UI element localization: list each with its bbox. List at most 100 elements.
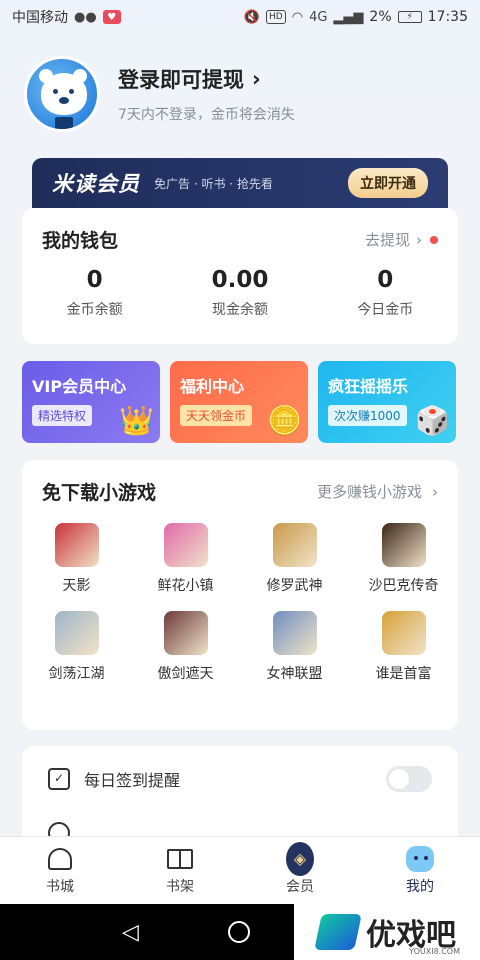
game-name: 女神联盟 [266,666,323,682]
game-icon [381,523,426,567]
game-icon [272,523,317,567]
tab-label: 会员 [286,878,314,895]
game-item[interactable]: 傲剑遮天 [131,611,240,683]
chevron-right-icon: › [432,482,438,501]
withdraw-link[interactable]: 去提现 › [365,229,438,250]
chevron-right-icon: › [252,67,261,91]
welfare-center-card[interactable]: 福利中心 天天领金币 🪙 [170,361,308,443]
login-title: 登录即可提现 [118,68,244,92]
mini-games-card: 免下载小游戏 更多赚钱小游戏 › 天影 鲜花小镇 修罗武神 沙巴克传奇 剑荡江湖… [22,460,458,730]
tab-label: 书架 [166,878,194,895]
crown-icon: 👑 [119,404,154,437]
game-name: 傲剑遮天 [157,666,214,682]
game-name: 沙巴克传奇 [368,578,439,594]
stat-label: 今日金币 [357,302,414,318]
tab-member[interactable]: ◈ 会员 [240,837,360,904]
card-tag: 天天领金币 [180,405,253,426]
book-icon [55,117,73,129]
bottom-nav: 书城 书架 ◈ 会员 我的 [0,836,480,904]
stat-label: 现金余额 [211,302,268,318]
avatar[interactable] [24,56,100,132]
member-title: 米读会员 [52,172,140,196]
game-name: 鲜花小镇 [157,578,214,594]
game-name: 修罗武神 [266,578,323,594]
calendar-check-icon [48,768,70,790]
bear-head-icon [41,73,87,115]
tab-label: 书城 [46,878,74,895]
shake-game-card[interactable]: 疯狂摇摇乐 次次赚1000 🎲 [318,361,456,443]
profile-header[interactable]: 登录即可提现 › 7天内不登录，金币将会消失 [24,56,295,132]
tab-bookshelf[interactable]: 书架 [120,837,240,904]
bear-eye-icon [69,89,74,94]
game-icon [381,611,426,655]
watermark: 优戏吧 YOUXI8.COM [294,904,480,960]
member-description: 免广告 · 听书 · 抢先看 [154,176,273,191]
home-icon [48,847,72,870]
mute-icon: 🔇 [243,9,261,25]
stat-label: 金币余额 [66,302,123,318]
game-name: 谁是首富 [375,666,432,682]
game-item[interactable]: 天影 [22,523,131,595]
system-nav-bar: ◁ 优戏吧 YOUXI8.COM [0,904,480,960]
game-item[interactable]: 修罗武神 [240,523,349,595]
dice-icon: 🎲 [415,404,450,437]
settings-card: 每日签到提醒 [22,746,458,846]
hd-icon: HD [266,10,286,24]
game-icon [163,611,208,655]
open-member-button[interactable]: 立即开通 [348,168,428,198]
card-tag: 精选特权 [32,405,93,426]
coin-balance[interactable]: 0 金币余额 [30,267,160,319]
bear-nose-icon [59,97,69,104]
game-grid: 天影 鲜花小镇 修罗武神 沙巴克传奇 剑荡江湖 傲剑遮天 女神联盟 谁是首富 [22,523,458,683]
member-icon: ◈ [286,841,314,876]
chevron-right-icon: › [416,230,422,249]
game-item[interactable]: 谁是首富 [349,611,458,683]
back-icon[interactable]: ◁ [122,920,139,945]
watermark-logo-icon [314,914,362,950]
card-tag: 次次赚1000 [328,405,407,426]
more-games-label: 更多赚钱小游戏 [316,483,422,501]
stat-value: 0 [86,267,103,293]
signal-icon: ▂▄▆ [333,9,364,25]
clock: 17:35 [427,9,468,25]
more-games-link[interactable]: 更多赚钱小游戏 › [317,481,438,502]
reminder-label: 每日签到提醒 [84,771,181,790]
member-banner[interactable]: 米读会员 免广告 · 听书 · 抢先看 立即开通 [32,158,448,208]
tab-bookstore[interactable]: 书城 [0,837,120,904]
tab-label: 我的 [406,878,434,895]
game-icon [54,611,99,655]
card-title: 疯狂摇摇乐 [328,377,409,396]
game-item[interactable]: 鲜花小镇 [131,523,240,595]
login-link[interactable]: 登录即可提现 › [118,64,295,94]
wallet-card: 我的钱包 去提现 › 0 金币余额 0.00 现金余额 0 今日金币 [22,208,458,344]
game-icon [272,611,317,655]
bear-eye-icon [53,89,58,94]
game-item[interactable]: 剑荡江湖 [22,611,131,683]
game-name: 剑荡江湖 [48,666,105,682]
reminder-toggle[interactable] [386,766,432,792]
watermark-subtext: YOUXI8.COM [409,947,460,956]
game-icon [54,523,99,567]
battery-percent: 2% [369,9,392,25]
game-icon [163,523,208,567]
game-item[interactable]: 女神联盟 [240,611,349,683]
game-name: 天影 [62,578,91,594]
card-title: 福利中心 [180,377,245,396]
stat-value: 0 [377,267,394,293]
notification-dot [430,235,438,244]
feature-cards: VIP会员中心 精选特权 👑 福利中心 天天领金币 🪙 疯狂摇摇乐 次次赚100… [22,361,458,443]
daily-checkin-reminder-row[interactable]: 每日签到提醒 [48,766,432,792]
home-button-icon[interactable] [228,921,250,943]
wallet-title: 我的钱包 [42,230,119,252]
vip-center-card[interactable]: VIP会员中心 精选特权 👑 [22,361,160,443]
login-subtitle: 7天内不登录，金币将会消失 [118,107,295,123]
stat-value: 0.00 [211,267,269,293]
bookshelf-icon [167,848,193,869]
tab-mine[interactable]: 我的 [360,837,480,904]
game-item[interactable]: 沙巴克传奇 [349,523,458,595]
today-coins[interactable]: 0 今日金币 [320,267,450,319]
cash-balance[interactable]: 0.00 现金余额 [175,267,305,319]
battery-icon: ⚡ [397,11,422,23]
carrier-label: 中国移动 [12,10,68,26]
withdraw-label: 去提现 [364,231,410,249]
